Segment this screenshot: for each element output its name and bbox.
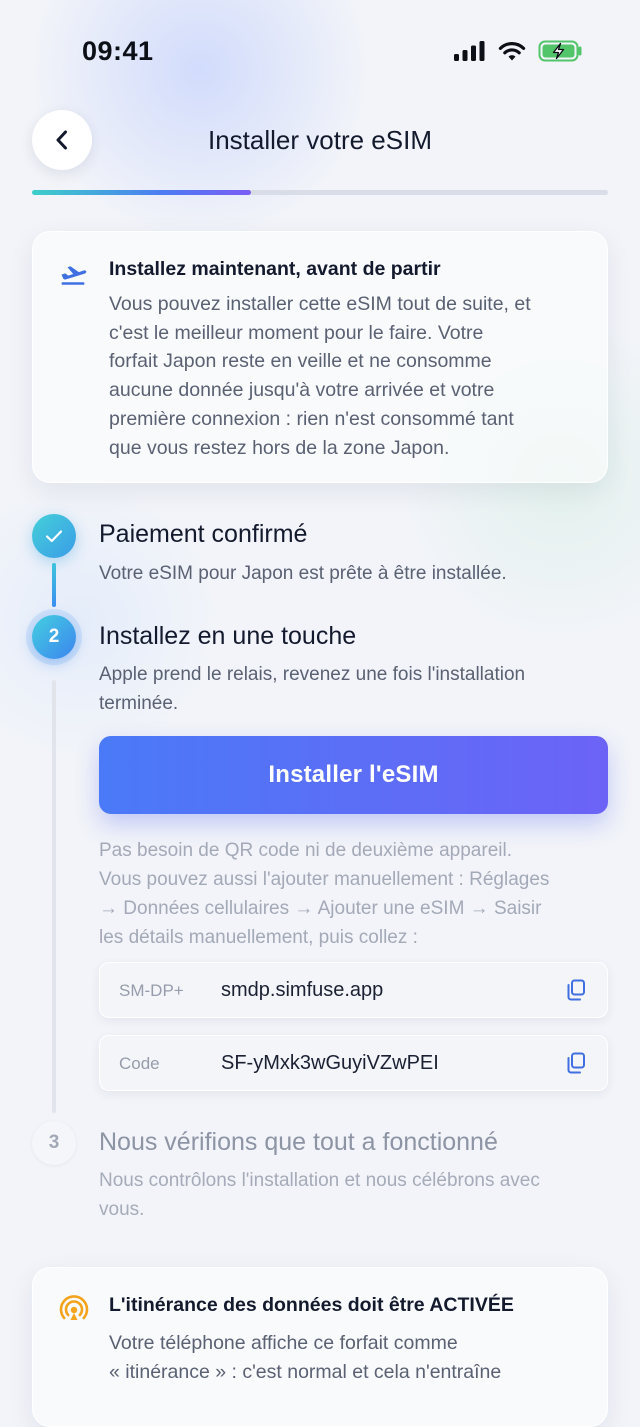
manual-note-line: Vous pouvez aussi l'ajouter manuellement… [99,869,550,890]
info-card-line: c'est le meilleur moment pour le faire. … [109,321,484,344]
activation-code-field: Code SF-yMxk3wGuyiVZwPEI [99,1035,608,1091]
top-nav: Installer votre eSIM [0,110,640,170]
manual-note-line: les détails manuellement, puis collez : [99,927,418,948]
step-2-description: Apple prend le relais, revenez une fois … [99,660,614,718]
step-3-line: Nous contrôlons l'installation et nous c… [99,1170,540,1191]
status-bar: 09:41 [0,0,640,100]
warning-card-body: Votre téléphone affiche ce forfait comme… [109,1329,583,1386]
smdp-value[interactable]: smdp.simfuse.app [221,979,383,1002]
timeline-connector-done [52,563,56,607]
info-card-line: aucune donnée jusqu'à votre arrivée et v… [109,379,495,402]
step-1-check-icon [32,514,76,558]
install-esim-button[interactable]: Installer l'eSIM [99,736,608,814]
info-card-title: Installez maintenant, avant de partir [109,258,441,280]
roaming-signal-icon [59,1295,89,1320]
step-2-line: Apple prend le relais, revenez une fois … [99,664,526,685]
plane-departure-icon [61,266,87,285]
progress-fill [32,190,251,195]
step-2-marker: 2 [32,615,76,659]
info-card-line: Vous pouvez installer cette eSIM tout de… [109,293,531,315]
smdp-label: SM-DP+ [119,981,184,1000]
step-3-marker: 3 [32,1121,76,1165]
step-3-line: vous. [99,1199,145,1220]
step-3-title: Nous vérifions que tout a fonctionné [99,1128,498,1156]
manual-note-line: → Données cellulaires → Ajouter une eSIM… [99,898,542,919]
step-1-line: Votre eSIM pour Japon est prête à être i… [99,563,507,584]
step-1-description: Votre eSIM pour Japon est prête à être i… [99,559,614,588]
code-label: Code [119,1054,160,1073]
manual-install-note: Pas besoin de QR code ni de deuxième app… [99,836,611,952]
roaming-warning-card: L'itinérance des données doit être ACTIV… [32,1267,608,1427]
info-card-line: première connexion : rien n'est consommé… [109,407,514,430]
page-title: Installer votre eSIM [208,125,432,155]
step-2-line: terminée. [99,693,179,714]
status-icons [454,40,584,62]
info-card-body: Vous pouvez installer cette eSIM tout de… [109,290,583,462]
step-3-description: Nous contrôlons l'installation et nous c… [99,1166,614,1224]
warning-card-line: « itinérance » : c'est normal et cela n'… [109,1360,502,1383]
manual-note-line: Pas besoin de QR code ni de deuxième app… [99,840,512,861]
info-card-line: forfait Japon reste en veille et ne cons… [109,350,492,373]
copy-code-button[interactable] [563,1050,589,1076]
code-value[interactable]: SF-yMxk3wGuyiVZwPEI [221,1052,439,1075]
info-card: Installez maintenant, avant de partir Vo… [32,231,608,483]
battery-charging-icon [538,40,582,62]
progress-bar [32,190,608,195]
smdp-field: SM-DP+ smdp.simfuse.app [99,962,608,1018]
info-card-line: que vous restez hors de la zone Japon. [109,436,450,459]
cellular-signal-icon [454,41,485,61]
copy-smdp-button[interactable] [563,977,589,1003]
warning-card-line: Votre téléphone affiche ce forfait comme [109,1332,458,1354]
step-1-title: Paiement confirmé [99,520,308,548]
copy-icon [567,1052,585,1074]
copy-icon [567,979,585,1001]
warning-card-title: L'itinérance des données doit être ACTIV… [109,1294,514,1316]
status-time: 09:41 [82,36,154,66]
timeline-connector-pending [52,680,56,1113]
step-2-title: Installez en une touche [99,622,357,650]
wifi-icon [498,41,526,60]
